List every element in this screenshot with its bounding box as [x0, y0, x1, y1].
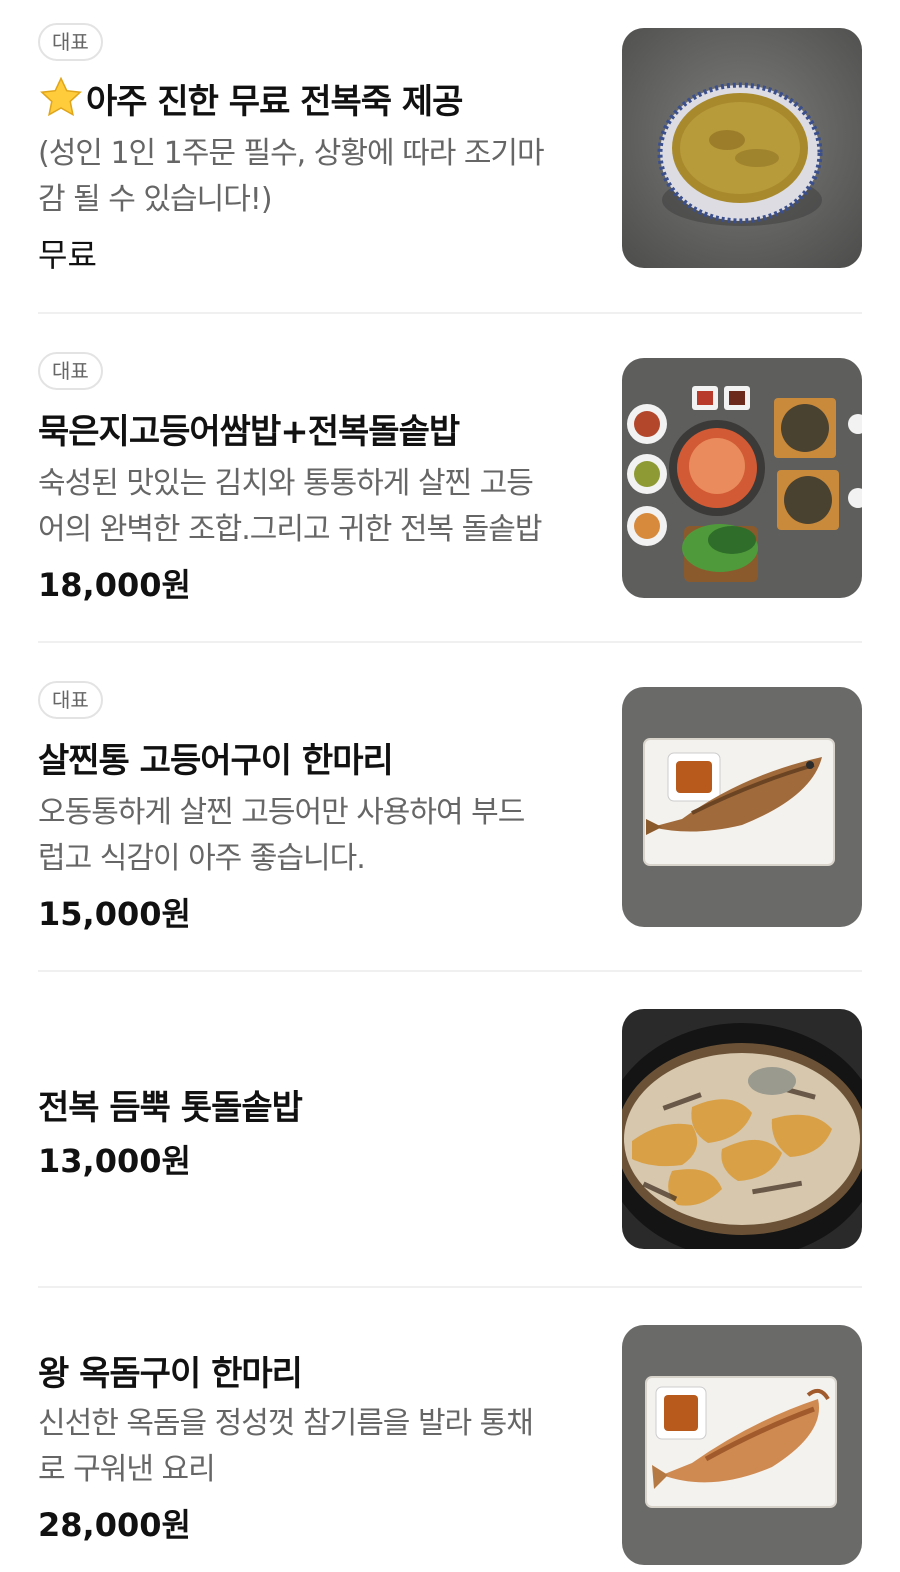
- menu-item[interactable]: 대표 살찐통 고등어구이 한마리 오동통하게 살찐 고등어만 사용하여 부드 럽…: [38, 643, 862, 971]
- menu-item-title: 묵은지고등어쌈밥+전복돌솥밥: [38, 412, 460, 452]
- menu-item[interactable]: 왕 옥돔구이 한마리 신선한 옥돔을 정성껏 참기름을 발라 통채 로 구워낸 …: [38, 1288, 862, 1572]
- menu-item-price: 13,000원: [38, 1142, 191, 1180]
- menu-item[interactable]: 대표 아주 진한 무료 전복죽 제공 (성인 1인 1주문 필수, 상황에 따라…: [38, 0, 862, 312]
- grilled-tilefish-image: [622, 1325, 862, 1565]
- menu-item-title-text: 아주 진한 무료 전복죽 제공: [86, 82, 463, 122]
- signature-badge: 대표: [38, 352, 103, 390]
- menu-item[interactable]: 대표 묵은지고등어쌈밥+전복돌솥밥 숙성된 맛있는 김치와 통통하게 살찐 고등…: [38, 314, 862, 642]
- menu-item-title: 왕 옥돔구이 한마리: [38, 1354, 303, 1394]
- star-icon: [40, 76, 82, 117]
- mackerel-kimchi-set-image: [622, 358, 862, 598]
- menu-item-title: 전복 듬뿍 톳돌솥밥: [38, 1088, 303, 1128]
- menu-item-description: 신선한 옥돔을 정성껏 참기름을 발라 통채 로 구워낸 요리: [38, 1406, 534, 1487]
- menu-item-title: 살찐통 고등어구이 한마리: [38, 741, 394, 781]
- signature-badge: 대표: [38, 23, 103, 61]
- abalone-porridge-image: [622, 28, 862, 268]
- menu-item-description: 오동통하게 살찐 고등어만 사용하여 부드 럽고 식감이 아주 좋습니다.: [38, 795, 525, 876]
- abalone-stone-pot-rice-image: [622, 1009, 862, 1249]
- menu-item-price: 18,000원: [38, 566, 191, 604]
- menu-item-description: (성인 1인 1주문 필수, 상황에 따라 조기마 감 될 수 있습니다!): [38, 136, 545, 217]
- menu-item[interactable]: 전복 듬뿍 톳돌솥밥 13,000원: [38, 972, 862, 1286]
- menu-item-price: 무료: [38, 236, 97, 274]
- menu-item-price: 28,000원: [38, 1506, 191, 1544]
- menu-item-description: 숙성된 맛있는 김치와 통통하게 살찐 고등 어의 완벽한 조합.그리고 귀한 …: [38, 466, 542, 547]
- grilled-mackerel-image: [622, 687, 862, 927]
- menu-item-title: 아주 진한 무료 전복죽 제공: [38, 74, 598, 123]
- signature-badge: 대표: [38, 681, 103, 719]
- menu-item-price: 15,000원: [38, 895, 191, 933]
